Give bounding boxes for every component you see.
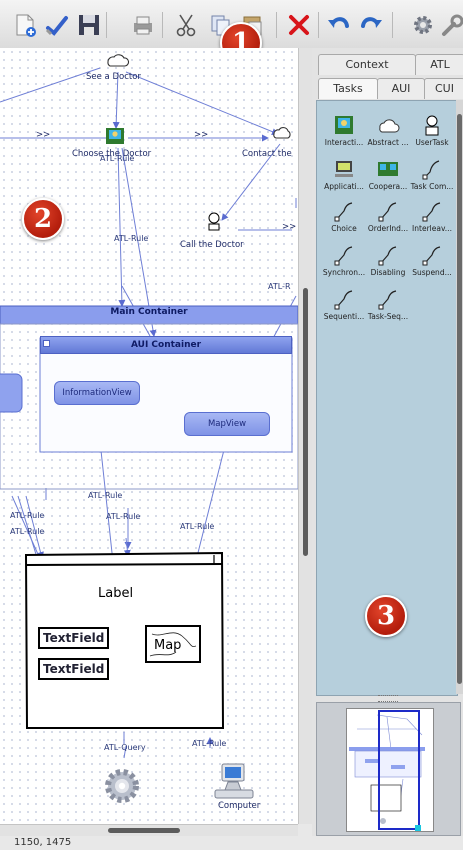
wrench-icon[interactable] [440,12,463,38]
link-icon [334,246,353,266]
atl-rule-label: ATL-Rule [114,234,149,243]
interaction-task-icon [335,116,353,134]
palette-item-label: Interleav... [412,224,452,233]
palette-item-label: Applicati... [324,182,364,191]
atl-rule-label: ATL-Rule [88,491,123,500]
cooperation-task-icon [378,162,398,176]
tab-cui[interactable]: CUI [424,78,463,99]
check-icon[interactable] [44,12,70,38]
link-icon [378,246,397,266]
application-task-icon [335,161,353,177]
cui-textfield-1[interactable]: TextField [38,627,110,649]
enabling-operator: >> [36,130,51,140]
user-task-icon [425,115,439,136]
task-call-the-doctor[interactable]: Call the Doctor [180,240,244,250]
aui-container-title[interactable]: AUI Container [40,336,292,354]
palette-item[interactable]: Task-Seq... [365,287,411,321]
horizontal-scroll-thumb[interactable] [108,828,180,833]
cursor-coordinates: 1150, 1475 [14,837,72,848]
information-view-node[interactable]: InformationView [54,381,140,405]
enabling-operator: >> [194,130,209,140]
abstract-task-icon [379,119,400,133]
main-container-title[interactable]: Main Container [0,307,298,317]
palette-item-label: Abstract ... [367,138,409,147]
cui-label[interactable]: Label [98,586,133,601]
palette-item[interactable]: Applicati... [321,157,367,191]
tab-atl[interactable]: ATL [415,54,463,75]
undo-icon[interactable] [326,12,352,38]
link-icon [334,202,353,222]
task-see-a-doctor[interactable]: See a Doctor [86,72,141,82]
palette-item[interactable]: Sequenti... [321,287,367,321]
task-contact[interactable]: Contact the [242,149,292,159]
palette-item-label: Suspend... [412,268,452,277]
palette-item[interactable]: Synchron... [321,243,367,277]
atl-rule-label: ATL-Rule [180,522,215,531]
palette-item[interactable]: Suspend... [409,243,455,277]
cui-map-label[interactable]: Map [154,638,181,653]
collapse-toggle[interactable] [43,340,50,347]
palette-item-label: Task Com... [410,182,454,191]
atl-rule-label: ATL-R [268,282,291,291]
computer-label[interactable]: Computer [218,801,260,811]
splitter-handle[interactable] [378,695,398,702]
diagram-canvas[interactable]: See a Doctor Choose the Doctor Contact t… [0,48,298,824]
status-bar: 1150, 1475 [0,836,463,850]
link-icon [378,290,397,310]
link-icon [334,290,353,310]
palette-item-label: Disabling [370,268,406,277]
new-document-icon[interactable] [12,12,38,38]
palette-item[interactable]: Interleav... [409,199,455,233]
palette-item-label: Interacti... [324,138,364,147]
print-icon[interactable] [130,12,156,38]
callout-badge-3: 3 [365,595,407,637]
palette-item-label: Task-Seq... [367,312,409,321]
link-icon [422,246,441,266]
link-icon [378,202,397,222]
atl-rule-label: ATL-Rule [10,511,45,520]
redo-icon[interactable] [358,12,384,38]
palette-item[interactable]: OrderInd... [365,199,411,233]
toolbar: 1 [0,0,463,64]
palette-item[interactable]: Choice [321,199,367,233]
cut-icon[interactable] [174,12,200,38]
tab-aui[interactable]: AUI [377,78,425,99]
tab-context[interactable]: Context [318,54,416,75]
link-icon [422,202,441,222]
palette-item-label: Sequenti... [323,312,365,321]
palette-item[interactable]: Task Com... [409,157,455,191]
palette-item[interactable]: Disabling [365,243,411,277]
vertical-scroll-thumb[interactable] [303,288,308,556]
atl-rule-label: ATL-Rule [10,527,45,536]
task-palette: Interacti... Abstract ... UserTask Appli… [316,100,458,696]
palette-item-label: OrderInd... [367,224,409,233]
palette-item-label: Choice [331,224,357,233]
callout-badge-2: 2 [22,198,64,240]
atl-rule-label: ATL-Rule [106,512,141,521]
cui-textfield-2[interactable]: TextField [38,658,110,680]
diagram-connectors [0,54,298,803]
palette-item[interactable]: Coopera... [365,157,411,191]
tab-tasks[interactable]: Tasks [318,78,378,99]
settings-icon[interactable] [410,12,436,38]
palette-item-label: Synchron... [322,268,366,277]
palette-scroll-thumb[interactable] [457,114,462,684]
overview-diagram [349,710,425,831]
atl-query-label: ATL-Query [104,743,146,752]
enabling-operator: >> [282,222,297,232]
task-composition-icon [422,160,440,180]
save-icon[interactable] [76,12,102,38]
palette-item-label: Coopera... [368,182,408,191]
overview-thumbnail[interactable] [346,708,434,832]
palette-item[interactable]: Interacti... [321,113,367,147]
palette-item[interactable]: Abstract ... [365,113,411,147]
delete-icon[interactable] [286,12,312,38]
atl-rule-label: ATL-Rule [192,739,227,748]
atl-rule-label: ATL-Rule [100,154,135,163]
palette-item[interactable]: UserTask [409,113,455,147]
palette-item-label: UserTask [415,138,449,147]
map-view-node[interactable]: MapView [184,412,270,436]
